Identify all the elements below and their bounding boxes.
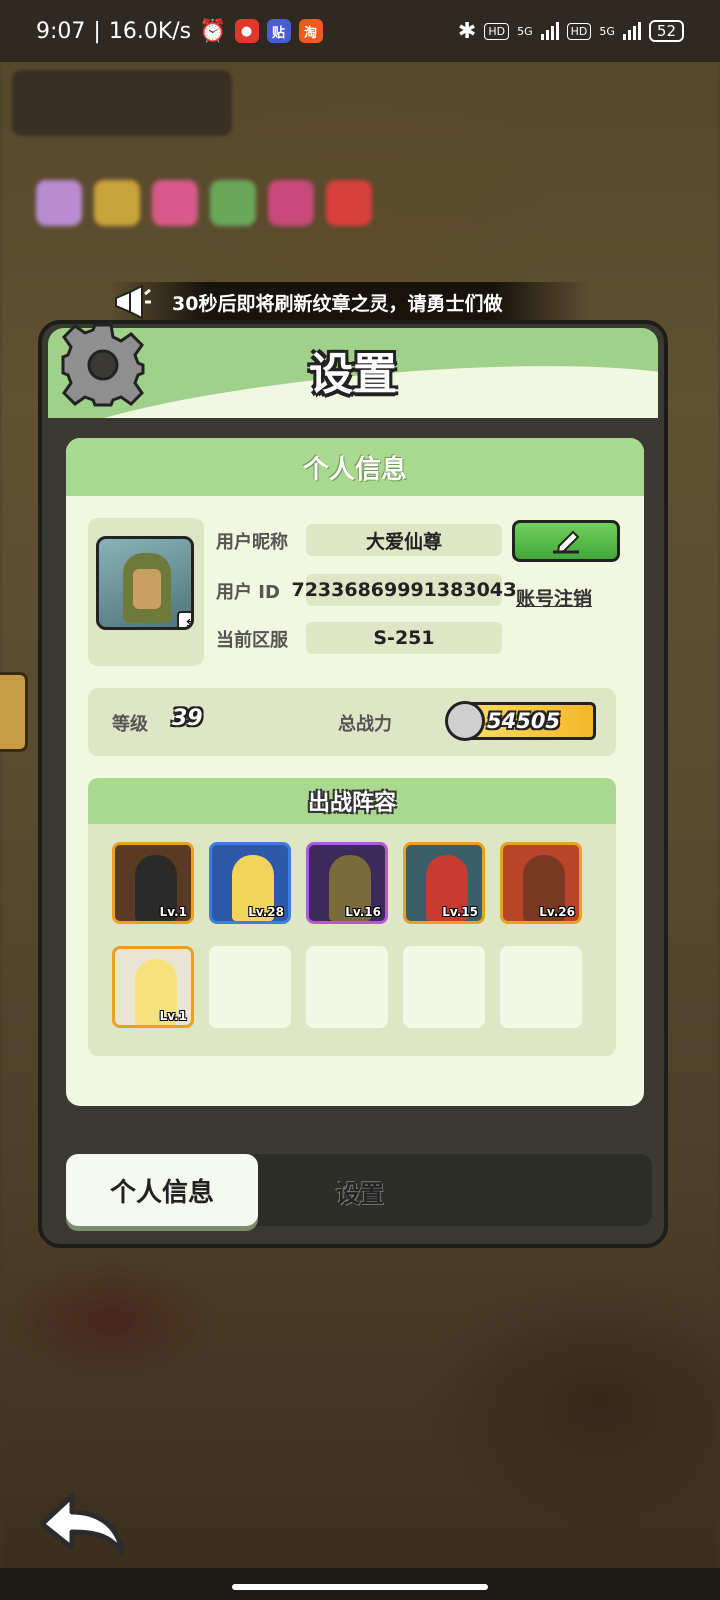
battery-icon: 52 bbox=[648, 20, 684, 42]
hero-level: Lv.1 bbox=[159, 905, 187, 919]
avatar[interactable]: ⇆ bbox=[96, 536, 194, 630]
empty-hero-slot[interactable] bbox=[403, 946, 485, 1028]
tieba-icon: 贴 bbox=[266, 19, 291, 43]
hero-level: Lv.15 bbox=[442, 905, 478, 919]
signal-type-2: 5G bbox=[599, 24, 615, 38]
hero-slot[interactable]: Lv.15 bbox=[403, 842, 485, 924]
cancel-account-link[interactable]: 账号注销 bbox=[516, 584, 592, 611]
server-label: 当前区服 bbox=[216, 630, 288, 651]
status-net-speed: 16.0K/s bbox=[108, 18, 192, 44]
profile-block: ⇆ 用户昵称 大爱仙尊 用户 ID 7233686999138304З 账号注销… bbox=[88, 518, 638, 668]
empty-hero-slot[interactable] bbox=[306, 946, 388, 1028]
hero-slot[interactable]: Lv.16 bbox=[306, 842, 388, 924]
signal-icon-2 bbox=[622, 22, 641, 40]
tab-settings[interactable]: 设置 bbox=[336, 1174, 384, 1209]
signal-icon bbox=[540, 22, 559, 40]
settings-dialog: 设置 个人信息 ⇆ 用户昵称 大爱仙尊 bbox=[38, 320, 668, 1248]
hero-slot[interactable]: Lv.1 bbox=[112, 946, 194, 1028]
power-badge: 54505 bbox=[445, 701, 596, 741]
edit-nickname-button[interactable] bbox=[512, 520, 620, 562]
power-value: 54505 bbox=[487, 709, 561, 733]
hero-slot[interactable]: Lv.1 bbox=[112, 842, 194, 924]
status-time: 9:07 bbox=[36, 18, 86, 44]
hero-level: Lv.26 bbox=[539, 905, 575, 919]
player-hud bbox=[12, 70, 232, 136]
announcement-banner: 30秒后即将刷新纹章之灵，请勇士们做 bbox=[110, 282, 590, 322]
stats-bar: 等级 39 总战力 54505 bbox=[88, 688, 616, 756]
hero-level: Lv.28 bbox=[248, 905, 284, 919]
home-indicator[interactable] bbox=[232, 1584, 488, 1590]
gear-icon bbox=[60, 322, 146, 408]
signal-type: 5G bbox=[517, 24, 533, 38]
section-title: 个人信息 bbox=[66, 438, 644, 496]
back-arrow-icon bbox=[39, 1493, 125, 1555]
personal-info-card: 个人信息 ⇆ 用户昵称 大爱仙尊 用户 ID 7233686999138304З… bbox=[66, 438, 644, 1106]
hero-slot[interactable]: Lv.28 bbox=[209, 842, 291, 924]
back-button[interactable] bbox=[34, 1490, 130, 1562]
level-value: 39 bbox=[172, 706, 203, 731]
avatar-frame: ⇆ bbox=[88, 518, 204, 666]
empty-hero-slot[interactable] bbox=[209, 946, 291, 1028]
hero-slot[interactable]: Lv.26 bbox=[500, 842, 582, 924]
hero-level: Lv.16 bbox=[345, 905, 381, 919]
hd-badge-2: HD bbox=[566, 22, 592, 40]
hero-level: Lv.1 bbox=[159, 1009, 187, 1023]
lineup-title: 出战阵容 bbox=[88, 778, 616, 824]
server-field: S-251 bbox=[306, 622, 502, 654]
tab-personal-info[interactable]: 个人信息 bbox=[66, 1154, 258, 1226]
level-label: 等级 bbox=[112, 714, 148, 735]
nickname-label: 用户昵称 bbox=[216, 532, 288, 553]
side-menu-tab[interactable] bbox=[0, 672, 28, 752]
power-label: 总战力 bbox=[338, 714, 392, 735]
user-id-label: 用户 ID bbox=[216, 582, 280, 603]
hud-icon-row bbox=[36, 180, 372, 226]
pencil-icon bbox=[553, 530, 580, 554]
crossed-swords-icon bbox=[445, 701, 485, 741]
taobao-icon: 淘 bbox=[298, 19, 323, 43]
alarm-icon: ⏰ bbox=[199, 18, 227, 44]
status-bar: 9:07 | 16.0K/s ⏰ ● 贴 淘 ✱ HD 5G HD 5G 52 bbox=[0, 0, 720, 62]
empty-hero-slot[interactable] bbox=[500, 946, 582, 1028]
swap-avatar-icon[interactable]: ⇆ bbox=[177, 611, 191, 627]
dialog-tab-bar: 个人信息 设置 bbox=[66, 1154, 652, 1226]
battle-lineup: 出战阵容 Lv.1 Lv.28 Lv.16 Lv.15 Lv.26 Lv.1 bbox=[88, 778, 616, 1056]
weibo-icon: ● bbox=[234, 19, 259, 43]
user-id-field: 7233686999138304З bbox=[291, 574, 517, 606]
announcement-text: 30秒后即将刷新纹章之灵，请勇士们做 bbox=[172, 292, 503, 315]
nickname-field: 大爱仙尊 bbox=[306, 524, 502, 556]
megaphone-icon bbox=[110, 282, 154, 322]
hd-badge: HD bbox=[484, 22, 510, 40]
bluetooth-icon: ✱ bbox=[457, 18, 477, 44]
